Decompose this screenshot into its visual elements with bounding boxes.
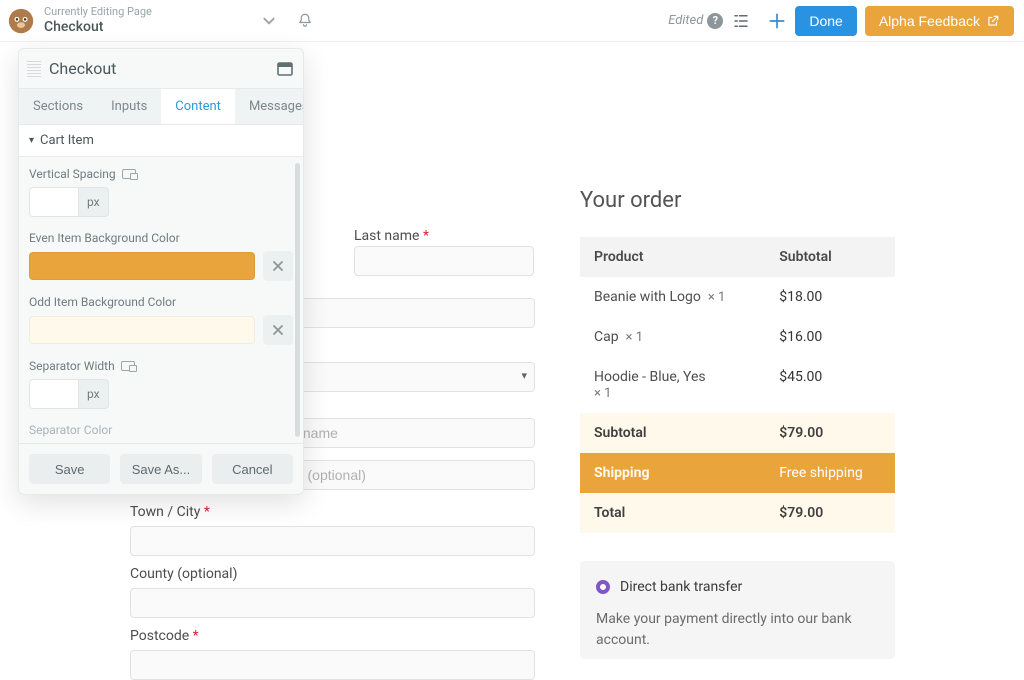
payment-box: Direct bank transfer Make your payment d… [580, 561, 895, 659]
even-bg-swatch[interactable] [29, 252, 255, 280]
unit-label[interactable]: px [79, 379, 109, 409]
town-input[interactable] [130, 526, 535, 556]
payment-description: Make your payment directly into our bank… [596, 609, 879, 651]
section-cart-item[interactable]: ▾ Cart Item [19, 125, 303, 157]
vertical-spacing-label: Vertical Spacing [29, 167, 293, 181]
odd-bg-label: Odd Item Background Color [29, 295, 293, 309]
window-mode-icon[interactable] [277, 62, 293, 76]
radio-icon [596, 580, 610, 594]
odd-bg-swatch[interactable] [29, 316, 255, 344]
col-subtotal: Subtotal [765, 237, 895, 277]
external-link-icon [986, 14, 1000, 28]
unit-label[interactable]: px [79, 187, 109, 217]
total-row: Total $79.00 [580, 493, 895, 533]
page-info: Currently Editing Page Checkout [44, 6, 152, 35]
county-input[interactable] [130, 588, 535, 618]
app-logo [8, 8, 34, 34]
table-row: Beanie with Logo × 1 $18.00 [580, 277, 895, 317]
panel-footer: Save Save As... Cancel [19, 443, 303, 494]
table-row: Cap × 1 $16.00 [580, 317, 895, 357]
payment-option-label: Direct bank transfer [620, 579, 742, 595]
clear-odd-bg[interactable] [263, 315, 293, 345]
panel-body: Vertical Spacing px Even Item Background… [19, 157, 303, 443]
editing-label: Currently Editing Page [44, 6, 152, 19]
separator-color-label: Separator Color [29, 423, 293, 437]
table-row: Hoodie - Blue, Yes× 1 $45.00 [580, 357, 895, 413]
postcode-label: Postcode * [130, 628, 535, 644]
chevron-down-icon: ▾ [521, 369, 527, 382]
even-bg-label: Even Item Background Color [29, 231, 293, 245]
section-title: Cart Item [40, 133, 94, 148]
add-icon[interactable] [759, 11, 795, 31]
col-product: Product [580, 237, 765, 277]
required-mark: * [423, 228, 429, 244]
done-button[interactable]: Done [795, 6, 856, 36]
separator-width-input[interactable] [29, 379, 79, 409]
page-title: Checkout [44, 19, 152, 35]
responsive-icon[interactable] [121, 361, 135, 371]
last-name-input[interactable] [354, 246, 534, 276]
county-label: County (optional) [130, 566, 535, 582]
settings-panel: Checkout Sections Inputs Content Message… [18, 48, 304, 495]
tab-inputs[interactable]: Inputs [97, 89, 161, 124]
town-label: Town / City * [130, 504, 535, 520]
panel-tabs: Sections Inputs Content Messages ••• [19, 89, 303, 125]
tab-content[interactable]: Content [161, 89, 235, 124]
save-button[interactable]: Save [29, 454, 110, 484]
separator-width-label: Separator Width [29, 359, 293, 373]
order-table: Product Subtotal Beanie with Logo × 1 $1… [580, 237, 895, 533]
tab-messages[interactable]: Messages [235, 89, 304, 124]
order-summary: Your order Product Subtotal Beanie with … [580, 188, 895, 659]
responsive-icon[interactable] [122, 169, 136, 179]
outline-icon[interactable] [723, 12, 759, 30]
tab-sections[interactable]: Sections [19, 89, 97, 124]
vertical-spacing-input[interactable] [29, 187, 79, 217]
panel-title: Checkout [49, 59, 277, 78]
last-name-label: Last name * [354, 228, 429, 244]
notifications-icon[interactable] [296, 12, 314, 30]
payment-option[interactable]: Direct bank transfer [596, 579, 879, 595]
help-icon[interactable]: ? [707, 13, 723, 29]
shipping-row: Shipping Free shipping [580, 453, 895, 493]
alpha-feedback-label: Alpha Feedback [879, 13, 980, 29]
save-as-button[interactable]: Save As... [120, 454, 201, 484]
clear-even-bg[interactable] [263, 251, 293, 281]
cancel-button[interactable]: Cancel [212, 454, 293, 484]
subtotal-row: Subtotal $79.00 [580, 413, 895, 453]
chevron-down-icon: ▾ [29, 135, 34, 146]
panel-header[interactable]: Checkout [19, 49, 303, 89]
alpha-feedback-button[interactable]: Alpha Feedback [865, 6, 1014, 36]
page-dropdown[interactable] [262, 14, 276, 28]
drag-handle-icon[interactable] [27, 61, 41, 77]
topbar: Currently Editing Page Checkout Edited ?… [0, 0, 1024, 42]
order-heading: Your order [580, 188, 895, 213]
edited-label: Edited [668, 13, 703, 28]
